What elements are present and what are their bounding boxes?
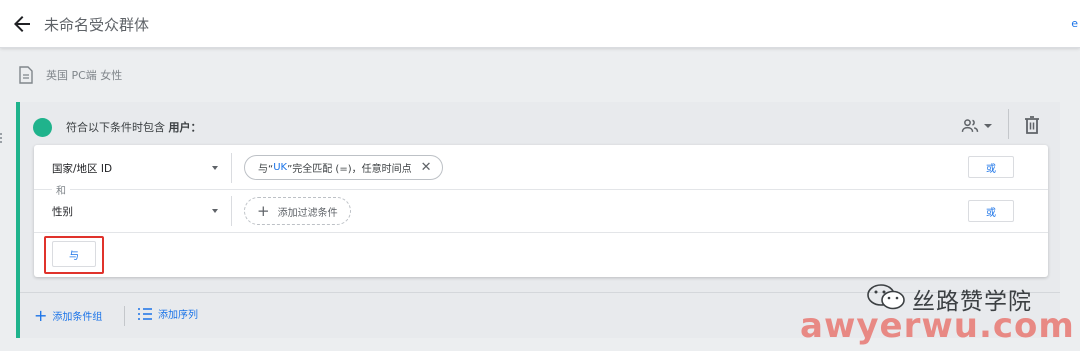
scope-dropdown[interactable] [960,114,996,138]
arrow-back-icon [14,16,30,32]
and-button[interactable]: 与 [52,241,96,267]
or-button[interactable]: 或 [968,156,1014,178]
trash-icon [1025,116,1039,134]
and-divider [34,189,1048,190]
back-button[interactable] [10,12,34,36]
people-icon [961,119,979,132]
filter-chip[interactable]: 与“ UK ”完全匹配 (=)，任意时间点 ✕ [244,155,443,180]
add-sequence-label: 添加序列 [158,310,198,321]
row-divider [231,153,232,183]
plus-icon: + [257,202,270,220]
add-condition-group-label: 添加条件组 [52,312,103,323]
group-label-prefix: 符合以下条件时包含 [66,121,165,134]
header-divider [1008,109,1009,139]
delete-group-button[interactable] [1022,114,1042,136]
plus-icon: + [34,306,48,325]
top-bar: 未命名受众群体 e [0,0,1080,48]
audience-title[interactable]: 未命名受众群体 [44,14,149,35]
group-header: 符合以下条件时包含 用户： [20,102,1060,144]
add-sequence-button[interactable]: 添加序列 [137,306,198,321]
drag-handle [0,133,3,145]
row-divider [231,196,232,226]
dimension-label: 性别 [52,205,73,218]
conditions-card: 国家/地区 ID 与“ UK ”完全匹配 (=)，任意时间点 ✕ 或 和 性别 … [34,145,1048,277]
dimension-select-gender[interactable]: 性别 [52,200,220,222]
header-edge-link[interactable]: e [1071,17,1078,30]
add-filter-label: 添加过滤条件 [277,207,338,219]
audience-description: 英国 PC端 女性 [46,69,123,82]
description-row[interactable]: 英国 PC端 女性 [18,64,122,86]
chip-suffix: ”完全匹配 (=)，任意时间点 [287,164,412,175]
footer-separator [124,306,125,326]
add-filter-button[interactable]: + 添加过滤条件 [244,197,351,225]
or-button[interactable]: 或 [968,200,1014,222]
chip-value: UK [273,162,288,173]
dimension-select-country[interactable]: 国家/地区 ID [52,157,220,179]
chip-prefix: 与“ [258,164,274,175]
group-label-scope: 用户： [168,121,202,134]
close-icon[interactable]: ✕ [421,160,432,175]
watermark-domain: awyerwu.com [800,306,1075,346]
dropdown-arrow-icon [212,209,218,213]
dropdown-arrow-icon [212,166,218,170]
chevron-down-icon [984,124,992,128]
document-icon [19,66,33,84]
add-condition-group-button[interactable]: + 添加条件组 [34,306,102,325]
sequence-list-icon [138,307,152,320]
group-status-dot [33,118,52,137]
group-label: 符合以下条件时包含 用户： [66,119,202,135]
card-divider [34,232,1048,233]
dimension-label: 国家/地区 ID [52,162,113,175]
and-label: 和 [52,182,70,197]
